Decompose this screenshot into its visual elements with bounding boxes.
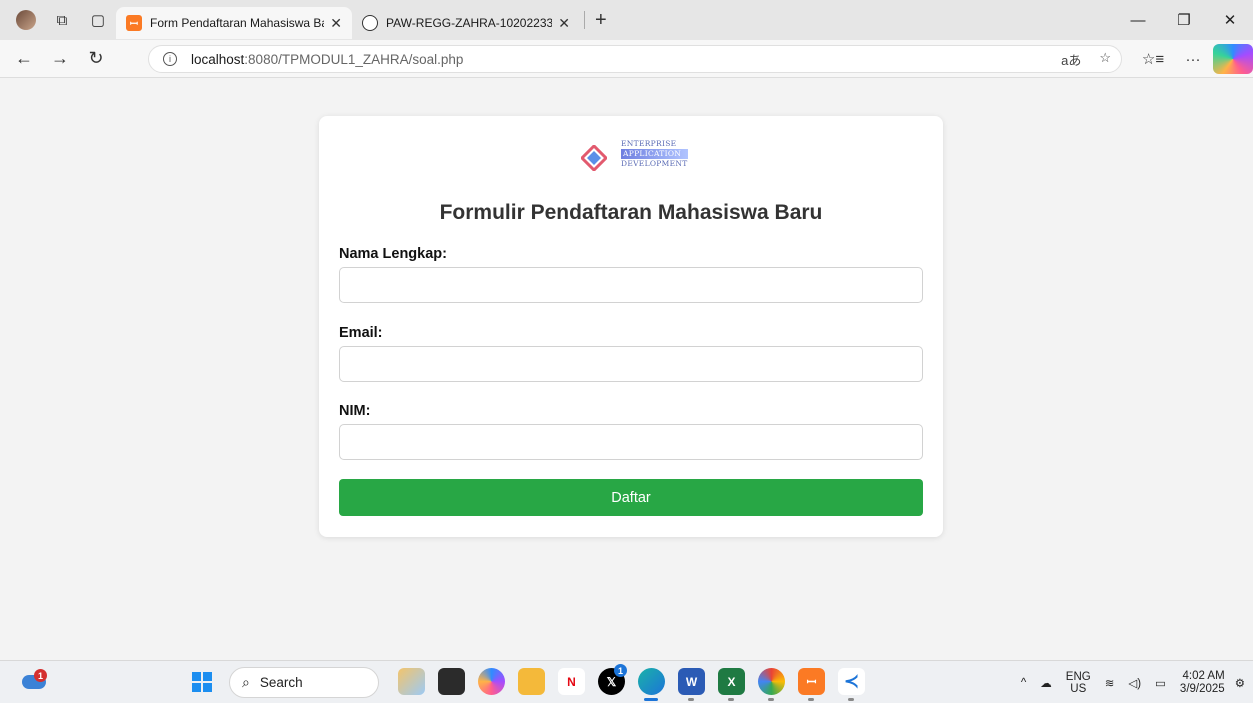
minimize-button[interactable]: — (1115, 0, 1161, 40)
browser-tabstrip: ⧉ ▢ ꟷ Form Pendaftaran Mahasiswa Baru ✕ … (0, 0, 1253, 40)
more-menu-icon[interactable]: ··· (1173, 44, 1213, 74)
nim-input[interactable] (339, 424, 923, 460)
close-tab-icon[interactable]: ✕ (558, 15, 570, 32)
url-host: localhost (191, 51, 245, 67)
browser-toolbar: ← → ↻ i localhost:8080/TPMODUL1_ZAHRA/so… (0, 40, 1253, 78)
edge-icon[interactable] (638, 668, 665, 701)
lang-top: ENG (1065, 670, 1091, 683)
taskbar-search[interactable]: ⌕ Search (229, 667, 379, 698)
forward-button[interactable]: → (42, 44, 78, 74)
nama-label: Nama Lengkap: (339, 246, 447, 262)
copilot-button[interactable] (1213, 44, 1253, 74)
profile-button[interactable] (8, 5, 44, 35)
new-tab-button[interactable]: + (595, 9, 607, 32)
nim-label: NIM: (339, 403, 371, 419)
clock-date: 3/9/2025 (1179, 682, 1225, 695)
copilot-icon (1213, 44, 1253, 74)
ead-logo: ENTERPRISE APPLICATION DEVELOPMENT (577, 139, 688, 175)
netflix-icon[interactable]: N (558, 668, 585, 695)
info-icon[interactable]: i (163, 52, 177, 66)
favorites-icon[interactable]: ☆≡ (1133, 44, 1173, 74)
copilot-taskbar-icon[interactable] (478, 668, 505, 695)
chrome-icon[interactable] (758, 668, 785, 701)
avatar (16, 10, 36, 30)
tab-title: PAW-REGG-ZAHRA-1020223302 (386, 16, 553, 30)
workspaces-icon[interactable]: ⧉ (44, 5, 80, 35)
nama-input[interactable] (339, 267, 923, 303)
weather-widget[interactable]: 1 (22, 669, 48, 691)
logo-line: ENTERPRISE (621, 139, 677, 148)
wifi-icon[interactable]: ≋ (1105, 676, 1115, 690)
onedrive-icon[interactable]: ☁ (1040, 676, 1052, 690)
logo-line: APPLICATION (621, 149, 688, 159)
tab-title: Form Pendaftaran Mahasiswa Baru (150, 16, 325, 30)
lang-bottom: US (1070, 682, 1087, 695)
address-bar[interactable]: i localhost:8080/TPMODUL1_ZAHRA/soal.php… (148, 45, 1122, 73)
tab-form-pendaftaran[interactable]: ꟷ Form Pendaftaran Mahasiswa Baru ✕ (116, 7, 352, 39)
mail-badge: 1 (614, 664, 627, 677)
battery-icon[interactable]: ▭ (1155, 676, 1166, 690)
email-label: Email: (339, 325, 383, 341)
daftar-button[interactable]: Daftar (339, 479, 923, 516)
search-icon: ⌕ (242, 674, 250, 690)
favorite-star-icon[interactable]: ☆ (1099, 50, 1111, 69)
xampp-icon: ꟷ (126, 15, 142, 31)
x-app-icon[interactable]: 𝕏1 (598, 664, 627, 695)
logo-diamond-icon (581, 145, 607, 171)
word-icon[interactable]: W (678, 668, 705, 701)
taskbar: 1 ⌕ Search N 𝕏1 W X ꟷ ≺ ^ ☁ ENG US ≋ ◁) … (0, 660, 1253, 703)
url-path: :8080/TPMODUL1_ZAHRA/soal.php (244, 51, 464, 67)
email-input[interactable] (339, 346, 923, 382)
notification-badge: 1 (34, 669, 47, 682)
file-explorer-icon[interactable] (518, 668, 545, 695)
volume-icon[interactable]: ◁) (1128, 676, 1141, 690)
page-viewport: ENTERPRISE APPLICATION DEVELOPMENT Formu… (0, 78, 1253, 660)
reload-button[interactable]: ↻ (78, 44, 114, 74)
tab-divider (584, 11, 585, 29)
clock[interactable]: 4:02 AM 3/9/2025 (1180, 670, 1225, 696)
excel-icon[interactable]: X (718, 668, 745, 701)
tab-actions-icon[interactable]: ▢ (80, 5, 116, 35)
clock-time: 4:02 AM (1182, 669, 1225, 682)
logo-line: DEVELOPMENT (621, 159, 688, 168)
xampp-taskbar-icon[interactable]: ꟷ (798, 668, 825, 701)
widgets-icon[interactable] (398, 668, 425, 695)
close-tab-icon[interactable]: ✕ (330, 15, 342, 32)
vscode-icon[interactable]: ≺ (838, 668, 865, 701)
tab-github[interactable]: PAW-REGG-ZAHRA-1020223302 ✕ (352, 7, 580, 39)
github-icon (362, 15, 378, 31)
show-hidden-icons[interactable]: ^ (1021, 677, 1026, 689)
notifications-icon[interactable]: ⚙ (1235, 676, 1245, 690)
close-window-button[interactable]: ✕ (1207, 0, 1253, 40)
back-button[interactable]: ← (6, 44, 42, 74)
task-view-icon[interactable] (438, 668, 465, 695)
read-aloud-icon[interactable]: aあ (1061, 50, 1081, 69)
language-indicator[interactable]: ENG US (1066, 671, 1091, 695)
logo-text: ENTERPRISE APPLICATION DEVELOPMENT (621, 139, 688, 169)
page-title: Formulir Pendaftaran Mahasiswa Baru (439, 201, 823, 224)
restore-button[interactable]: ❐ (1161, 0, 1207, 40)
start-button[interactable] (192, 672, 212, 692)
search-label: Search (259, 675, 303, 690)
registration-card: ENTERPRISE APPLICATION DEVELOPMENT Formu… (319, 116, 943, 537)
